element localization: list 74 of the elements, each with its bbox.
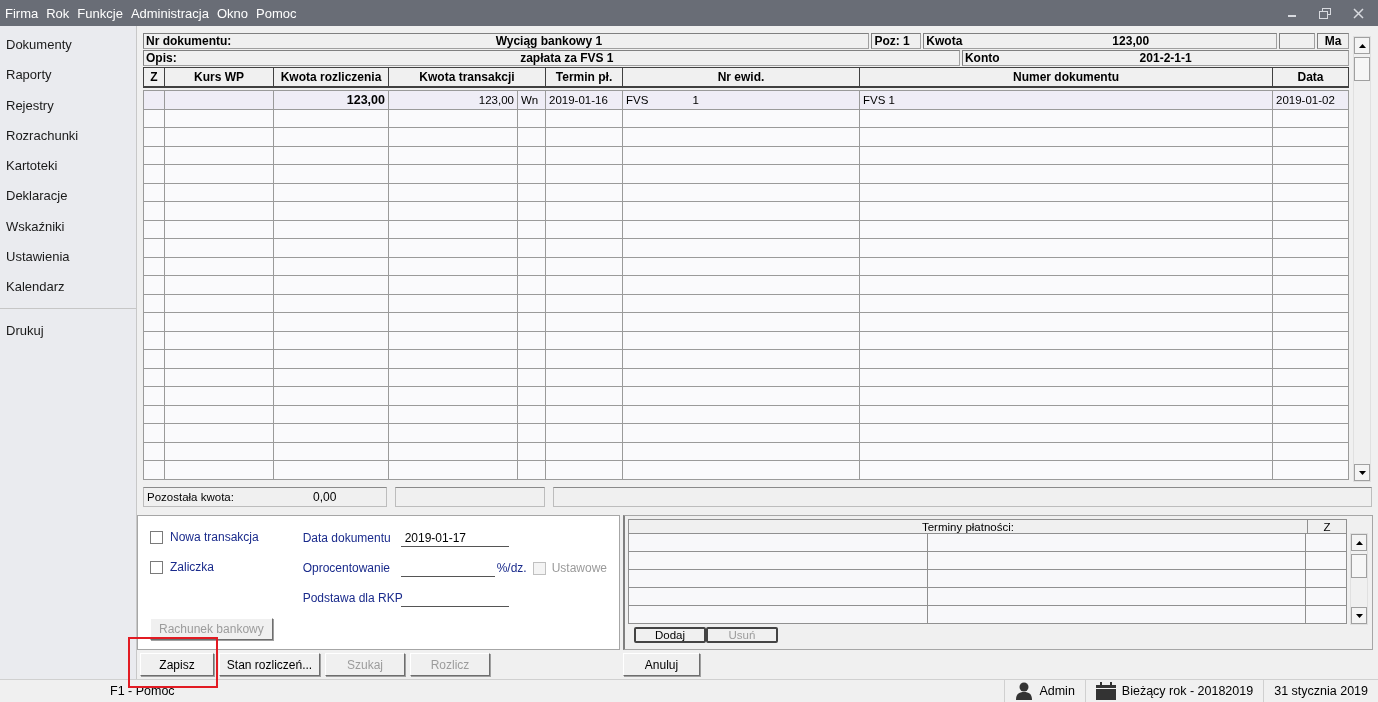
column-header[interactable]: Termin pł. [545,67,623,87]
cancel-button[interactable]: Anuluj [623,653,700,677]
menu-item[interactable]: Administracja [127,5,214,21]
scrollbar[interactable] [1353,36,1371,482]
table-cell: Wn [517,90,546,109]
menu-item[interactable]: Firma [2,5,44,21]
register-number: 1 [692,93,699,106]
scroll-thumb[interactable] [1354,57,1370,81]
current-date: 31 stycznia 2019 [1274,684,1368,698]
sidebar-item[interactable]: Dokumenty [0,33,136,64]
field-label: Kwota [926,34,963,48]
field-label: Data dokumentu [302,531,392,545]
menu-item[interactable]: Pomoc [253,5,302,21]
settlement-status-button[interactable]: Stan rozliczeń... [219,653,320,677]
checkbox[interactable] [150,530,163,544]
field-value: Wyciąg bankowy 1 [494,34,604,48]
add-button[interactable]: Dodaj [634,627,706,643]
field-label: Nr dokumentu: [146,34,232,48]
checkbox-label[interactable]: Zaliczka [170,560,214,574]
input-field[interactable]: 2019-01-17 [400,529,509,547]
field-value: 201-2-1-1 [1139,51,1192,65]
table-cell: FVS 1 [859,90,1273,109]
checkbox-label[interactable]: Nowa transakcja [170,530,259,544]
field-label: Oprocentowanie [302,561,391,575]
table-cell: 123,00 [273,90,389,109]
field-label: Konto [964,51,1000,65]
column-header[interactable]: Numer dokumentu [859,67,1273,87]
sidebar-item[interactable]: Rozrachunki [0,123,136,155]
register-type: FVS [626,93,649,106]
save-button[interactable]: Zapisz [140,653,214,677]
sidebar-item[interactable]: Wskaźniki [0,214,136,246]
table-cell: 2019-01-16 [545,90,623,109]
table-cell: 2019-01-02 [1272,90,1349,109]
user-icon [1015,682,1034,700]
column-header[interactable]: Data [1272,67,1349,87]
field-label: Pozostała kwota: [147,491,235,503]
field-value: 0,00 [313,490,337,504]
menu-item[interactable]: Funkcje [74,5,128,21]
column-header[interactable]: Terminy płatności: [629,520,1308,533]
sidebar-item[interactable]: Drukuj [0,318,136,349]
field-value: 123,00 [1112,34,1150,48]
column-header[interactable]: Kwota rozliczenia [273,67,389,87]
column-header[interactable]: Kwota transakcji [388,67,546,87]
position-label: Poz: 1 [874,34,910,48]
sidebar-item[interactable]: Ustawienia [0,245,136,276]
menu-item[interactable]: Rok [43,5,75,21]
column-header[interactable]: Z [1308,520,1346,533]
column-header[interactable]: Nr ewid. [622,67,860,87]
sidebar-item[interactable]: Raporty [0,63,136,94]
fiscal-year: Bieżący rok - 20182019 [1121,684,1254,698]
side-label: Ma [1324,34,1342,48]
unit-label: %/dz. [496,561,527,575]
sidebar-item[interactable]: Rejestry [0,93,136,124]
scroll-down-icon[interactable] [1351,607,1367,624]
field-label: Podstawa dla RKP [302,591,401,605]
table-cell: 123,00 [388,90,518,109]
column-header[interactable]: Z [143,67,165,87]
sidebar-item[interactable]: Kalendarz [0,275,136,306]
field-value: zapłata za FVS 1 [519,51,615,65]
scroll-up-icon[interactable] [1351,534,1367,551]
field-label: Opis: [146,51,177,65]
column-header[interactable]: Kurs WP [164,67,274,87]
menu-item[interactable]: Okno [213,5,253,21]
scrollbar[interactable] [1350,533,1368,625]
restore-icon[interactable] [1319,7,1331,19]
scroll-down-icon[interactable] [1354,464,1370,481]
sidebar-item[interactable]: Kartoteki [0,154,136,185]
close-icon[interactable] [1353,7,1364,19]
sidebar-item[interactable]: Deklaracje [0,184,136,215]
checkbox[interactable] [150,560,163,574]
scroll-thumb[interactable] [1351,554,1367,578]
scroll-up-icon[interactable] [1354,37,1370,54]
checkbox-label: Ustawowe [551,561,607,575]
user-name: Admin [1039,684,1075,698]
